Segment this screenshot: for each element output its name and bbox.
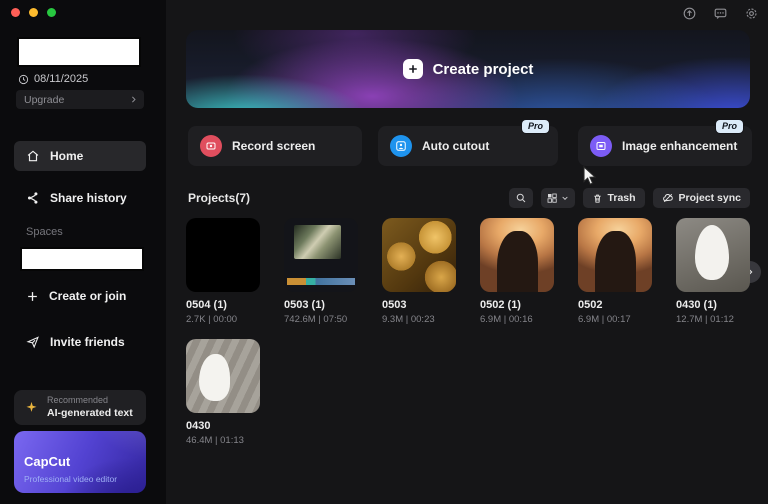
project-thumbnail[interactable]: [186, 218, 260, 292]
chevron-down-icon: [561, 194, 569, 202]
create-or-join-button[interactable]: Create or join: [14, 281, 146, 311]
spaces-section-label: Spaces: [26, 226, 63, 238]
sidebar-item-home[interactable]: Home: [14, 141, 146, 171]
project-name: 0503: [382, 299, 456, 311]
upgrade-button[interactable]: Upgrade: [16, 90, 144, 109]
project-name: 0430: [186, 420, 260, 432]
cloud-sync-off-icon: [662, 192, 674, 204]
trash-label: Trash: [608, 192, 636, 204]
capcut-title: CapCut: [24, 454, 70, 469]
project-thumbnail[interactable]: [578, 218, 652, 292]
share-icon: [26, 191, 40, 205]
trash-icon: [592, 193, 603, 204]
project-card: 0502 6.9M | 00:17: [578, 218, 652, 325]
search-button[interactable]: [509, 188, 533, 208]
zoom-window-button[interactable]: [47, 8, 56, 17]
user-name-redacted[interactable]: [17, 37, 141, 67]
clock-icon: [18, 74, 29, 85]
project-thumbnail[interactable]: [186, 339, 260, 413]
invite-friends-label: Invite friends: [50, 335, 125, 349]
mouse-cursor: [583, 166, 598, 186]
trash-button[interactable]: Trash: [583, 188, 645, 208]
record-screen-icon: [200, 135, 222, 157]
project-name: 0503 (1): [284, 299, 358, 311]
send-icon: [26, 335, 40, 349]
recommended-label: AI-generated text: [47, 407, 133, 419]
minimize-window-button[interactable]: [29, 8, 38, 17]
sidebar: 08/11/2025 Upgrade Home Share histor: [0, 0, 166, 504]
chevron-right-icon: [129, 95, 138, 104]
image-enhancement-label: Image enhancement: [622, 139, 737, 153]
project-thumbnail[interactable]: [284, 218, 358, 292]
project-stats: 12.7M | 01:12: [676, 314, 750, 325]
project-stats: 6.9M | 00:17: [578, 314, 652, 325]
sidebar-item-label: Home: [50, 149, 83, 163]
project-card: 0503 (1) 742.6M | 07:50: [284, 218, 358, 325]
auto-cutout-label: Auto cutout: [422, 139, 489, 153]
projects-grid: 0504 (1) 2.7K | 00:00 0503 (1) 742.6M | …: [186, 218, 768, 446]
projects-header: Projects(7): [166, 188, 768, 210]
date-label: 08/11/2025: [34, 73, 88, 85]
quick-actions-row: Record screen Auto cutout Pro: [166, 126, 768, 166]
project-card: 0504 (1) 2.7K | 00:00: [186, 218, 260, 325]
update-icon[interactable]: [680, 4, 698, 22]
project-card: 0502 (1) 6.9M | 00:16: [480, 218, 554, 325]
space-name-redacted[interactable]: [20, 247, 144, 271]
sparkle-icon: [24, 400, 39, 415]
record-screen-label: Record screen: [232, 139, 315, 153]
project-stats: 6.9M | 00:16: [480, 314, 554, 325]
settings-gear-icon[interactable]: [742, 4, 760, 22]
project-thumbnail[interactable]: [382, 218, 456, 292]
view-mode-dropdown[interactable]: [541, 188, 575, 208]
project-card: 0503 9.3M | 00:23: [382, 218, 456, 325]
projects-count-title: Projects(7): [188, 191, 250, 205]
auto-cutout-icon: [390, 135, 412, 157]
project-card: 0430 46.4M | 01:13: [186, 339, 260, 446]
record-screen-button[interactable]: Record screen: [188, 126, 362, 166]
project-stats: 9.3M | 00:23: [382, 314, 456, 325]
create-project-banner[interactable]: Create project: [186, 30, 750, 108]
capcut-promo-banner[interactable]: CapCut Professional video editor: [14, 431, 146, 493]
project-sync-button[interactable]: Project sync: [653, 188, 750, 208]
grid-view-icon: [546, 192, 558, 204]
titlebar-actions: [680, 4, 760, 22]
close-window-button[interactable]: [11, 8, 20, 17]
account-date: 08/11/2025: [18, 73, 88, 85]
project-name: 0504 (1): [186, 299, 260, 311]
main-area: Create project Record screen Auto cutout: [166, 0, 768, 504]
image-enhancement-icon: [590, 135, 612, 157]
project-stats: 46.4M | 01:13: [186, 435, 260, 446]
image-enhancement-button[interactable]: Image enhancement Pro: [578, 126, 752, 166]
project-thumbnail[interactable]: [676, 218, 750, 292]
create-or-join-label: Create or join: [49, 289, 126, 303]
project-thumbnail[interactable]: [480, 218, 554, 292]
sidebar-item-share-history[interactable]: Share history: [14, 183, 146, 213]
project-stats: 742.6M | 07:50: [284, 314, 358, 325]
project-name: 0430 (1): [676, 299, 750, 311]
pro-badge: Pro: [522, 120, 549, 133]
recommended-ai-text-card[interactable]: Recommended AI-generated text: [14, 390, 146, 425]
home-icon: [26, 149, 40, 163]
project-stats: 2.7K | 00:00: [186, 314, 260, 325]
project-name: 0502 (1): [480, 299, 554, 311]
plus-icon: [403, 59, 423, 79]
upgrade-label: Upgrade: [24, 94, 64, 106]
capcut-home-window: 08/11/2025 Upgrade Home Share histor: [0, 0, 768, 504]
invite-friends-button[interactable]: Invite friends: [14, 327, 146, 357]
project-card: 0430 (1) 12.7M | 01:12: [676, 218, 750, 325]
create-project-label: Create project: [433, 61, 534, 78]
project-name: 0502: [578, 299, 652, 311]
plus-icon: [26, 290, 39, 303]
sidebar-item-label: Share history: [50, 191, 127, 205]
project-sync-label: Project sync: [679, 192, 741, 204]
search-icon: [515, 192, 527, 204]
pro-badge: Pro: [716, 120, 743, 133]
feedback-icon[interactable]: [711, 4, 729, 22]
auto-cutout-button[interactable]: Auto cutout Pro: [378, 126, 558, 166]
recommended-eyebrow: Recommended: [47, 395, 108, 405]
capcut-subtitle: Professional video editor: [24, 474, 117, 484]
